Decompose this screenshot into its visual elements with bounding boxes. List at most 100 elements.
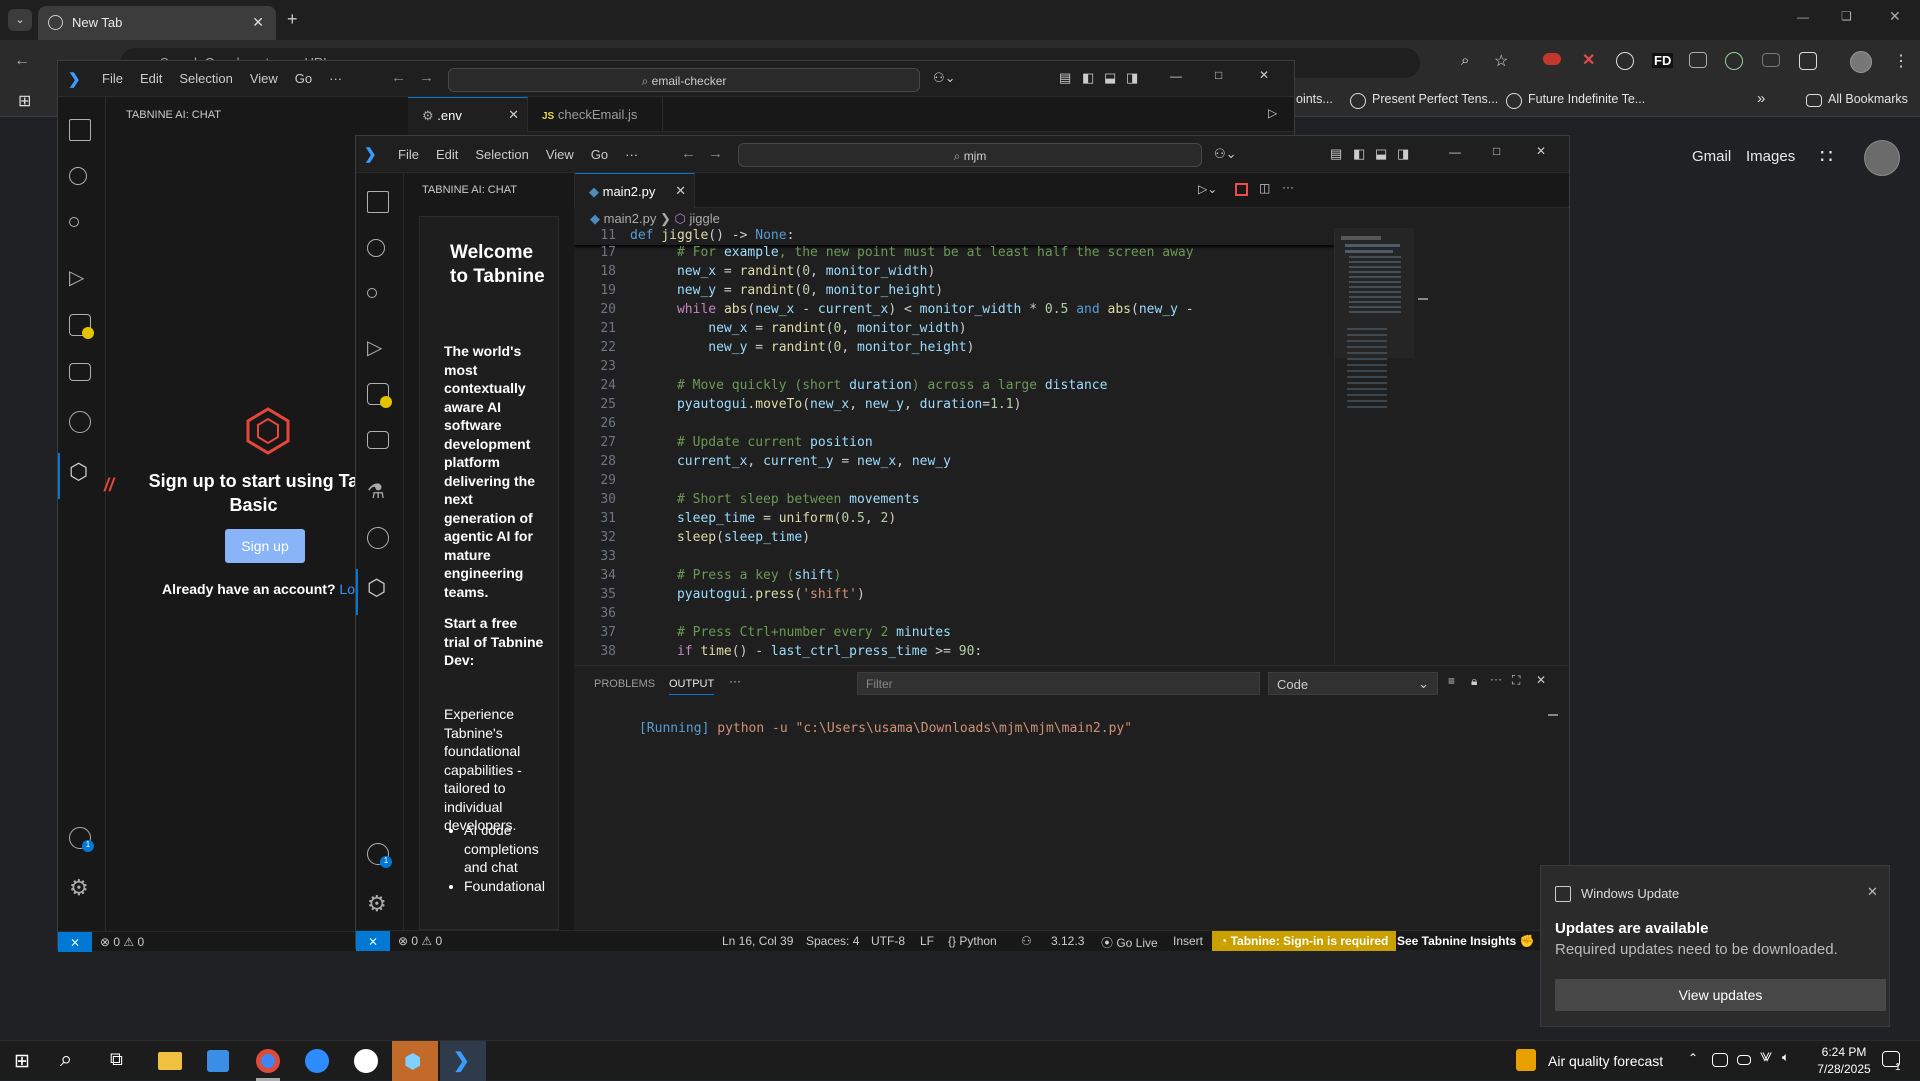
language-mode[interactable]: {} Python [948, 934, 997, 948]
code-editor[interactable]: 11 def jiggle() -> None: 17 18 19 20 21 22 23 2… [574, 228, 1334, 665]
toggle-sidebar-icon[interactable]: ◧ [1082, 70, 1094, 86]
search-icon[interactable]: ⌕ [60, 1046, 72, 1072]
back-arrow-icon[interactable]: ← [681, 145, 696, 162]
toggle-panel-icon[interactable]: ⬓ [1375, 146, 1387, 162]
line-ending[interactable]: LF [920, 934, 934, 948]
bookmark-item[interactable]: Present Perfect Tens... [1372, 92, 1498, 112]
panel-scrollbar[interactable] [1548, 714, 1558, 716]
back-arrow-icon[interactable]: ← [14, 52, 30, 70]
toggle-panel-icon[interactable]: ⬓ [1104, 70, 1116, 86]
tray-volume-icon[interactable]: 🔈︎ [1782, 1050, 1789, 1065]
signup-button[interactable]: Sign up [225, 529, 305, 563]
run-debug-icon[interactable]: ▷ [69, 265, 95, 291]
editor-tab-env[interactable]: ⚙ .env ✕ [408, 97, 528, 132]
tray-security-icon[interactable] [1712, 1053, 1728, 1067]
minimap[interactable] [1334, 228, 1415, 665]
task-view-icon[interactable]: ⧉ [110, 1049, 123, 1070]
bookmark-item[interactable]: Future Indefinite Te... [1528, 92, 1645, 112]
lock-icon[interactable]: 🔒︎ [1471, 674, 1477, 689]
zoom-app-icon[interactable] [305, 1049, 329, 1073]
settings-gear-icon[interactable]: ⚙ [367, 891, 393, 917]
extension-fd-icon[interactable]: FD [1652, 53, 1674, 68]
minimize-icon[interactable]: — [1449, 145, 1461, 159]
remote-explorer-icon[interactable] [367, 431, 393, 457]
store-icon[interactable] [207, 1050, 229, 1072]
layout-icon[interactable]: ▤ [1059, 70, 1071, 86]
restore-icon[interactable]: ❏ [1841, 9, 1852, 23]
tabnine-icon[interactable]: ⬡ [367, 575, 393, 601]
remote-indicator-icon[interactable]: ⨯ [356, 931, 390, 951]
tabnine-icon[interactable]: ⬡ [69, 459, 95, 485]
menu-item[interactable]: Selection [179, 71, 232, 86]
clear-output-icon[interactable]: ≡ [1448, 674, 1455, 688]
lightning-icon[interactable] [69, 411, 95, 437]
extension-x-icon[interactable]: ✕ [1582, 50, 1595, 70]
copilot-status-icon[interactable]: ⚇ [1021, 934, 1032, 948]
encoding[interactable]: UTF-8 [871, 934, 905, 948]
settings-gear-icon[interactable]: ⚙ [69, 875, 95, 901]
star-icon[interactable]: ☆ [1494, 51, 1508, 71]
back-arrow-icon[interactable]: ← [391, 69, 406, 86]
go-live[interactable]: ⦿ Go Live [1101, 934, 1158, 951]
indentation[interactable]: Spaces: 4 [806, 934, 859, 948]
windows-start-icon[interactable]: ⊞ [14, 1050, 30, 1073]
close-window-icon[interactable]: ✕ [1259, 68, 1269, 82]
source-control-icon[interactable] [69, 216, 95, 242]
lightning-icon[interactable] [367, 527, 393, 553]
explorer-icon[interactable] [69, 119, 95, 145]
problems-status[interactable]: ⊗ 0 ⚠ 0 [100, 935, 144, 949]
close-panel-icon[interactable]: ✕ [1536, 673, 1546, 687]
chrome-tab-new-tab[interactable]: New Tab ✕ [38, 6, 276, 40]
extensions-puzzle-icon[interactable] [1799, 52, 1817, 70]
menu-item[interactable]: Selection [475, 147, 528, 162]
extension-green-icon[interactable] [1725, 52, 1743, 70]
problems-status[interactable]: ⊗ 0 ⚠ 0 [398, 934, 442, 948]
split-editor-icon[interactable]: ◫ [1259, 181, 1270, 195]
editor-tab-checkemail[interactable]: JS checkEmail.js [528, 97, 663, 132]
menu-item[interactable]: ··· [625, 147, 638, 162]
accounts-icon[interactable]: 1 [69, 827, 95, 853]
command-center-search[interactable]: ⌕ mjm [738, 143, 1202, 167]
panel-more-icon[interactable]: ··· [729, 674, 741, 688]
tray-chevron-icon[interactable]: ⌃ [1688, 1051, 1698, 1065]
profile-avatar-icon[interactable] [1850, 51, 1872, 73]
tabnine-insights[interactable]: See Tabnine Insights ✊ [1397, 934, 1534, 948]
tray-battery-icon[interactable] [1737, 1055, 1751, 1065]
menu-item[interactable]: ··· [329, 71, 342, 86]
tab-output[interactable]: OUTPUT [669, 678, 715, 695]
images-link[interactable]: Images [1746, 148, 1795, 165]
toggle-secondary-icon[interactable]: ◨ [1397, 146, 1409, 162]
google-account-avatar[interactable] [1864, 140, 1900, 176]
close-tab-icon[interactable]: ✕ [252, 14, 264, 31]
google-apps-icon[interactable]: ∷ [1820, 144, 1833, 169]
source-control-icon[interactable] [367, 287, 393, 313]
menu-item[interactable]: Edit [436, 147, 458, 162]
taskbar-vscode[interactable]: ❯ [440, 1041, 486, 1081]
command-center-search[interactable]: ⌕ email-checker [448, 68, 920, 92]
new-tab-button[interactable]: + [287, 9, 298, 30]
minimize-icon[interactable]: — [1170, 69, 1182, 83]
forward-arrow-icon[interactable]: → [708, 145, 723, 162]
maximize-panel-icon[interactable]: ⛶ [1512, 673, 1520, 688]
menu-item[interactable]: Edit [140, 71, 162, 86]
panel-more-icon[interactable]: ··· [1490, 672, 1502, 686]
weather-widget[interactable]: Air quality forecast [1548, 1053, 1663, 1069]
extensions-icon[interactable] [69, 314, 95, 340]
copilot-icon[interactable]: ⚇⌄ [1214, 146, 1237, 162]
tab-problems[interactable]: PROBLEMS [594, 678, 655, 690]
apps-grid-icon[interactable]: ⊞ [18, 91, 31, 111]
close-window-icon[interactable]: ✕ [1536, 144, 1546, 158]
tray-wifi-icon[interactable]: ⨈ [1760, 1050, 1772, 1065]
testing-flask-icon[interactable]: ⚗ [367, 479, 393, 505]
toggle-secondary-icon[interactable]: ◨ [1126, 70, 1138, 86]
taskbar-app-highlighted[interactable]: ⬢ [392, 1041, 438, 1081]
menu-item[interactable]: View [250, 71, 278, 86]
menu-item[interactable]: File [398, 147, 419, 162]
chrome-taskbar-icon[interactable] [256, 1049, 280, 1073]
run-python-icon[interactable]: ▷⌄ [1198, 182, 1217, 196]
vpn-app-icon[interactable] [354, 1049, 378, 1073]
output-filter-input[interactable]: Filter [857, 672, 1260, 695]
file-explorer-icon[interactable] [158, 1052, 182, 1070]
output-channel-select[interactable]: Code ⌄ [1268, 672, 1438, 695]
all-bookmarks[interactable]: All Bookmarks [1828, 92, 1908, 112]
